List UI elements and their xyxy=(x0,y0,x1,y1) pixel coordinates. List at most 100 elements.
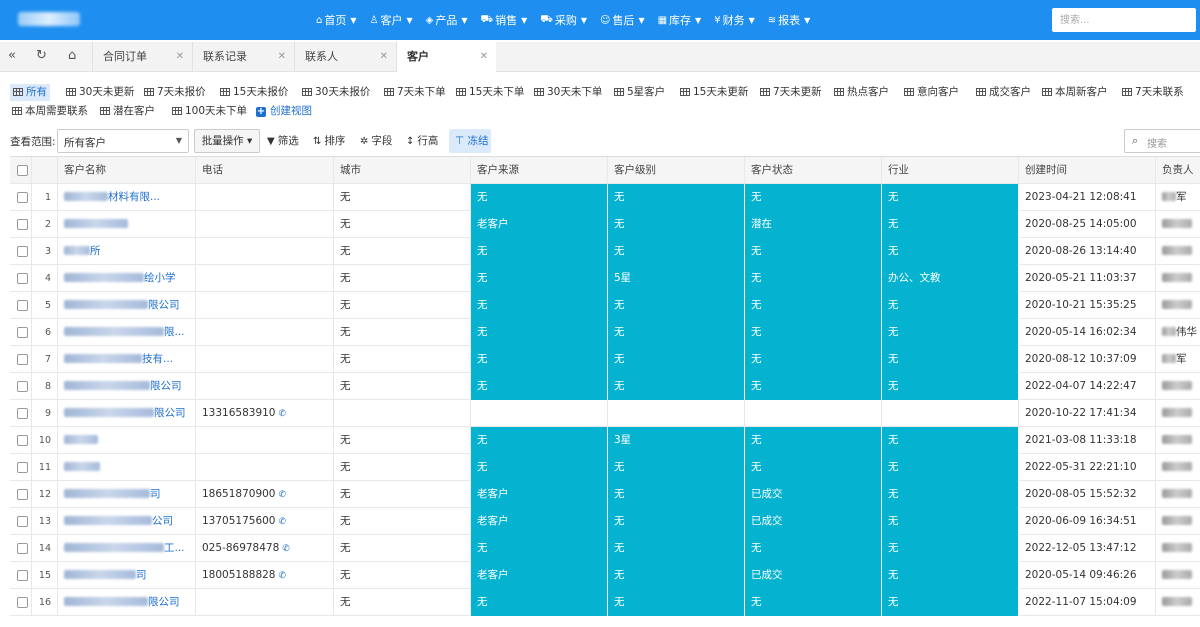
collapse-icon[interactable]: « xyxy=(8,48,16,63)
batch-actions-button[interactable]: 批量操作 ▾ xyxy=(194,129,260,153)
view-13[interactable]: 成交客户 xyxy=(976,84,1031,101)
customer-name-link[interactable]: 司 xyxy=(136,569,147,581)
cell-name[interactable]: 限公司 xyxy=(58,589,196,616)
cell-phone[interactable] xyxy=(196,427,334,454)
view-3[interactable]: 15天未报价 xyxy=(220,84,288,101)
view-18[interactable]: 100天未下单 xyxy=(172,103,247,120)
home-icon[interactable]: ⌂ xyxy=(68,48,76,63)
tab-0[interactable]: 合同订单 ✕ xyxy=(92,42,192,72)
table-row[interactable]: 8 限公司 无 无 无 无 无 2022-04-07 14:22:47 xyxy=(10,373,1200,400)
view-17[interactable]: 潜在客户 xyxy=(100,103,155,120)
row-checkbox[interactable] xyxy=(17,462,28,473)
tab-1[interactable]: 联系记录 ✕ xyxy=(192,42,294,72)
cell-name[interactable]: 所 xyxy=(58,238,196,265)
cell-phone[interactable]: 13705175600 ✆ xyxy=(196,508,334,535)
view-15[interactable]: 7天未联系 xyxy=(1122,84,1184,101)
view-10[interactable]: 7天未更新 xyxy=(760,84,822,101)
nav-item-0[interactable]: ⌂ 首页 ▼ xyxy=(316,12,357,28)
cell-name[interactable]: 限公司 xyxy=(58,292,196,319)
customer-name-link[interactable]: 绘小学 xyxy=(144,272,176,284)
cell-name[interactable]: 限公司 xyxy=(58,400,196,427)
cell-name[interactable] xyxy=(58,211,196,238)
cell-name[interactable]: 限... xyxy=(58,319,196,346)
cell-name[interactable]: 绘小学 xyxy=(58,265,196,292)
table-row[interactable]: 16 限公司 无 无 无 无 无 2022-11-07 15:04:09 xyxy=(10,589,1200,616)
phone-icon[interactable]: ✆ xyxy=(279,571,287,581)
table-row[interactable]: 14 工... 025-86978478 ✆ 无 无 无 无 无 2022-12-05 13:47… xyxy=(10,535,1200,562)
view-1[interactable]: 30天未更新 xyxy=(66,84,134,101)
cell-name[interactable]: 材料有限... xyxy=(58,184,196,211)
customer-name-link[interactable]: 限... xyxy=(164,326,185,338)
customer-name-link[interactable]: 限公司 xyxy=(148,299,180,311)
view-11[interactable]: 热点客户 xyxy=(834,84,889,101)
phone-icon[interactable]: ✆ xyxy=(279,409,287,419)
cell-name[interactable] xyxy=(58,454,196,481)
row-checkbox[interactable] xyxy=(17,516,28,527)
view-14[interactable]: 本周新客户 xyxy=(1042,84,1108,101)
fields-button[interactable]: ✲ 字段 xyxy=(360,133,392,148)
select-all-checkbox[interactable] xyxy=(17,165,28,176)
view-4[interactable]: 30天未报价 xyxy=(302,84,370,101)
customer-name-link[interactable]: 公司 xyxy=(152,515,173,527)
create-view-button[interactable]: + 创建视图 xyxy=(256,103,312,120)
refresh-icon[interactable]: ↻ xyxy=(36,48,47,63)
table-search-input[interactable]: ⌕ 搜索 xyxy=(1124,129,1200,153)
nav-item-3[interactable]: ⛟ 销售 ▼ xyxy=(481,12,528,28)
table-row[interactable]: 1 材料有限... 无 无 无 无 无 2023-04-21 12:08:41 军 xyxy=(10,184,1200,211)
cell-phone[interactable] xyxy=(196,373,334,400)
cell-phone[interactable] xyxy=(196,238,334,265)
close-icon[interactable]: ✕ xyxy=(176,42,184,72)
phone-icon[interactable]: ✆ xyxy=(279,490,287,500)
cell-phone[interactable] xyxy=(196,589,334,616)
cell-phone[interactable] xyxy=(196,319,334,346)
customer-name-link[interactable]: 限公司 xyxy=(148,596,180,608)
scope-select[interactable]: 所有客户 ▼ xyxy=(57,129,189,153)
sort-button[interactable]: ⇅ 排序 xyxy=(313,133,345,148)
customer-name-link[interactable]: 工... xyxy=(164,542,185,554)
row-checkbox[interactable] xyxy=(17,381,28,392)
app-logo[interactable] xyxy=(18,12,80,26)
customer-name-link[interactable]: 限公司 xyxy=(154,407,186,419)
cell-name[interactable]: 工... xyxy=(58,535,196,562)
cell-name[interactable]: 司 xyxy=(58,562,196,589)
close-icon[interactable]: ✕ xyxy=(480,42,488,72)
global-search-input[interactable] xyxy=(1052,8,1196,32)
filter-button[interactable]: ▼ 筛选 xyxy=(267,133,299,148)
view-16[interactable]: 本周需要联系 xyxy=(12,103,88,120)
cell-phone[interactable]: 18651870900 ✆ xyxy=(196,481,334,508)
row-height-button[interactable]: ↕ 行高 xyxy=(406,133,438,148)
row-checkbox[interactable] xyxy=(17,273,28,284)
phone-icon[interactable]: ✆ xyxy=(279,517,287,527)
view-7[interactable]: 30天未下单 xyxy=(534,84,602,101)
row-checkbox[interactable] xyxy=(17,300,28,311)
cell-name[interactable]: 公司 xyxy=(58,508,196,535)
cell-phone[interactable]: 025-86978478 ✆ xyxy=(196,535,334,562)
table-row[interactable]: 3 所 无 无 无 无 无 2020-08-26 13:14:40 xyxy=(10,238,1200,265)
table-row[interactable]: 2 无 老客户 无 潜在 无 2020-08-25 14:05:00 xyxy=(10,211,1200,238)
row-checkbox[interactable] xyxy=(17,435,28,446)
tab-3[interactable]: 客户 ✕ xyxy=(396,42,496,72)
cell-name[interactable]: 限公司 xyxy=(58,373,196,400)
cell-name[interactable]: 司 xyxy=(58,481,196,508)
cell-phone[interactable] xyxy=(196,184,334,211)
cell-name[interactable]: 技有... xyxy=(58,346,196,373)
close-icon[interactable]: ✕ xyxy=(278,42,286,72)
table-row[interactable]: 10 无 无 3星 无 无 2021-03-08 11:33:18 xyxy=(10,427,1200,454)
cell-phone[interactable] xyxy=(196,265,334,292)
customer-name-link[interactable]: 材料有限... xyxy=(108,191,160,203)
table-row[interactable]: 5 限公司 无 无 无 无 无 2020-10-21 15:35:25 xyxy=(10,292,1200,319)
nav-item-7[interactable]: ¥ 财务 ▼ xyxy=(714,12,755,28)
nav-item-5[interactable]: ☺ 售后 ▼ xyxy=(600,12,645,28)
view-12[interactable]: 意向客户 xyxy=(904,84,959,101)
close-icon[interactable]: ✕ xyxy=(380,42,388,72)
table-row[interactable]: 4 绘小学 无 无 5星 无 办公、文教 2020-05-21 11:03:37 xyxy=(10,265,1200,292)
phone-icon[interactable]: ✆ xyxy=(282,544,290,554)
customer-name-link[interactable]: 所 xyxy=(90,245,101,257)
nav-item-2[interactable]: ◈ 产品 ▼ xyxy=(426,12,468,28)
cell-phone[interactable]: 13316583910 ✆ xyxy=(196,400,334,427)
row-checkbox[interactable] xyxy=(17,597,28,608)
tab-2[interactable]: 联系人 ✕ xyxy=(294,42,396,72)
view-9[interactable]: 15天未更新 xyxy=(680,84,748,101)
row-checkbox[interactable] xyxy=(17,354,28,365)
table-row[interactable]: 6 限... 无 无 无 无 无 2020-05-14 16:02:34 伟华 xyxy=(10,319,1200,346)
